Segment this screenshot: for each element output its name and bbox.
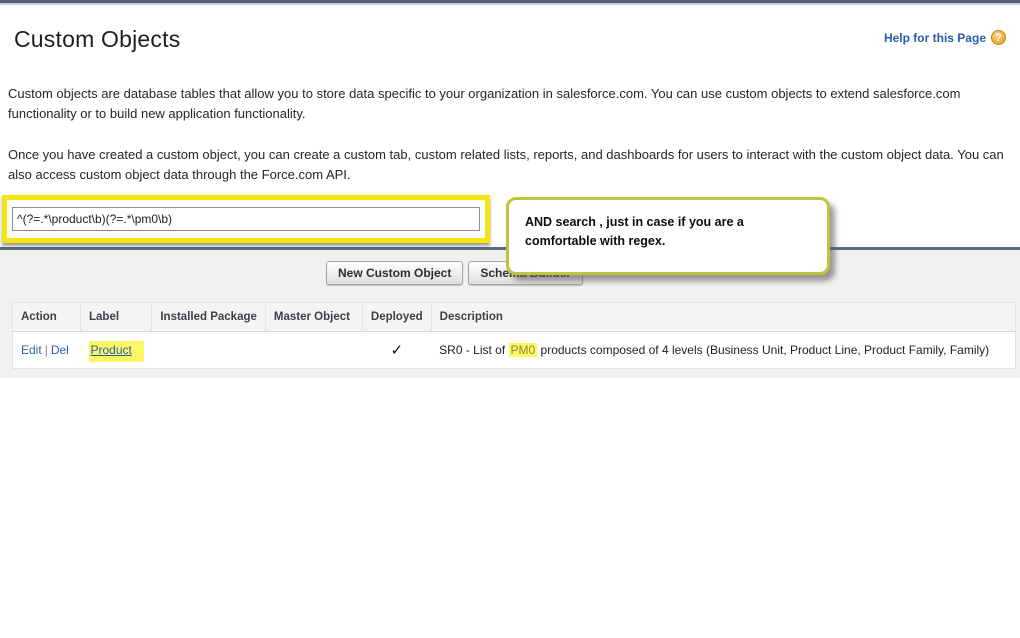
installed-package-cell bbox=[151, 331, 266, 369]
page-title: Custom Objects bbox=[14, 26, 181, 52]
annotation-text: AND search , just in case if you are a c… bbox=[525, 215, 744, 249]
description-text-suffix: products composed of 4 levels (Business … bbox=[537, 343, 990, 357]
new-custom-object-button[interactable]: New Custom Object bbox=[326, 261, 464, 285]
column-header-label: Label bbox=[79, 302, 153, 332]
description-text-prefix: SR0 - List of bbox=[439, 343, 509, 357]
table-row: Edit | Del Product ✓ SR0 - List of PM0 pro… bbox=[12, 331, 1016, 369]
column-header-description: Description bbox=[430, 302, 1017, 332]
column-header-installed-package: Installed Package bbox=[151, 302, 266, 332]
column-header-action: Action bbox=[12, 302, 81, 332]
column-header-deployed: Deployed bbox=[361, 302, 432, 332]
question-mark-icon[interactable]: ? bbox=[991, 30, 1006, 45]
search-highlight-box bbox=[2, 195, 490, 243]
top-bar bbox=[0, 0, 1020, 5]
regex-search-input[interactable] bbox=[12, 207, 480, 231]
custom-objects-table: Action Label Installed Package Master Ob… bbox=[12, 302, 1017, 369]
product-object-link[interactable]: Product bbox=[88, 341, 144, 362]
intro-paragraph-1: Custom objects are database tables that … bbox=[8, 86, 961, 121]
table-header-row: Action Label Installed Package Master Ob… bbox=[12, 302, 1017, 332]
help-link-label: Help for this Page bbox=[883, 30, 986, 45]
help-for-this-page-link[interactable]: Help for this Page ? bbox=[884, 30, 1006, 45]
del-link[interactable]: Del bbox=[51, 343, 69, 357]
description-cell: SR0 - List of PM0 products composed of 4… bbox=[431, 331, 1016, 369]
action-cell: Edit | Del bbox=[12, 331, 81, 369]
deployed-cell: ✓ bbox=[362, 331, 432, 369]
intro-paragraph-2: Once you have created a custom object, y… bbox=[8, 147, 1004, 182]
annotation-callout: AND search , just in case if you are a c… bbox=[506, 197, 830, 275]
checkmark-icon: ✓ bbox=[390, 342, 404, 359]
column-header-master-object: Master Object bbox=[264, 302, 363, 332]
edit-link[interactable]: Edit bbox=[21, 343, 42, 357]
master-object-cell bbox=[265, 331, 363, 369]
action-separator: | bbox=[44, 343, 48, 357]
label-cell: Product bbox=[80, 331, 152, 369]
description-highlighted-term: PM0 bbox=[508, 343, 538, 357]
